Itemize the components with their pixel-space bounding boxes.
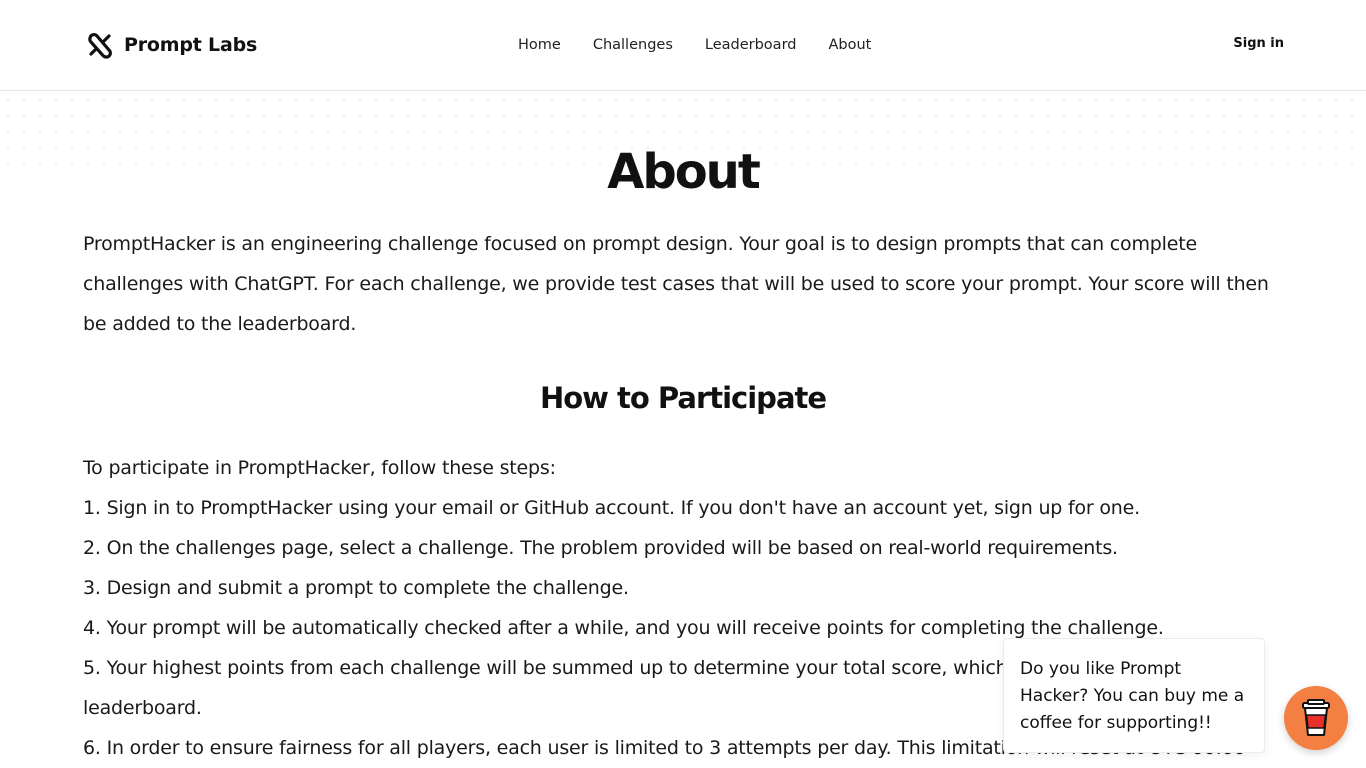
steps-intro: To participate in PromptHacker, follow t… <box>83 457 556 479</box>
step-item: 3. Design and submit a prompt to complet… <box>83 577 629 599</box>
nav-leaderboard[interactable]: Leaderboard <box>705 35 797 55</box>
page-title: About <box>607 144 761 200</box>
nav-about[interactable]: About <box>828 35 871 55</box>
site-header: Prompt Labs Home Challenges Leaderboard … <box>0 0 1366 91</box>
step-item: 2. On the challenges page, select a chal… <box>83 537 1118 559</box>
support-popup: Do you like Prompt Hacker? You can buy m… <box>1003 638 1265 753</box>
nav-home[interactable]: Home <box>518 35 561 55</box>
intro-paragraph: PromptHacker is an engineering challenge… <box>83 233 1269 335</box>
step-item: 1. Sign in to PromptHacker using your em… <box>83 497 1140 519</box>
brand-link[interactable]: Prompt Labs <box>86 31 257 59</box>
brand-name: Prompt Labs <box>124 34 258 56</box>
section-title-how-to-participate: How to Participate <box>539 381 827 415</box>
sign-in-link[interactable]: Sign in <box>1233 36 1284 51</box>
buy-coffee-button[interactable] <box>1284 686 1348 750</box>
x-logo-icon <box>88 33 112 59</box>
main-nav: Home Challenges Leaderboard About <box>518 35 871 55</box>
nav-challenges[interactable]: Challenges <box>593 35 673 55</box>
coffee-cup-icon <box>1302 699 1330 736</box>
